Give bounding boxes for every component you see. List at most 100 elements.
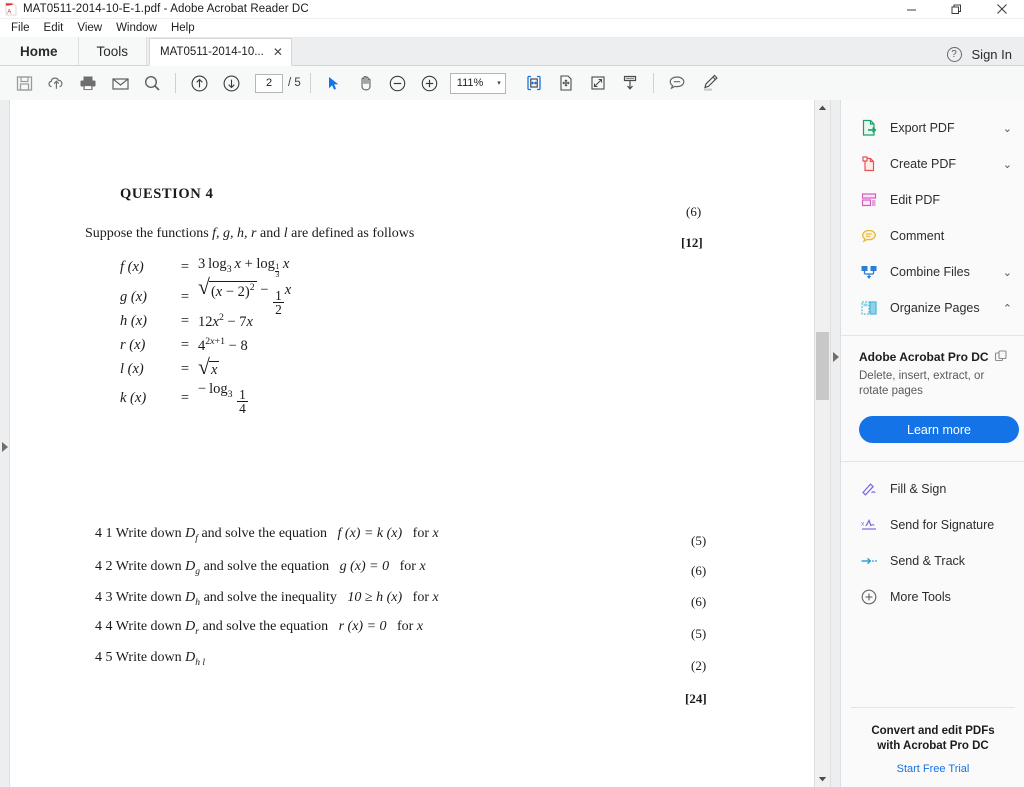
tab-strip-right: ? Sign In (946, 47, 1024, 65)
question-number: 4 2 (95, 559, 113, 574)
tab-home[interactable]: Home (0, 37, 79, 65)
svg-text:x: x (861, 521, 865, 528)
vertical-scrollbar[interactable] (814, 100, 830, 787)
question-number: 4 5 (95, 650, 113, 665)
zoom-out-button[interactable] (383, 68, 413, 98)
definition-g: g (x) = √ (x − 2)2 − 12x (120, 276, 291, 316)
tools-pane-toggle-rail[interactable] (830, 100, 840, 787)
definition-lhs: h (x) (120, 312, 147, 329)
zoom-level-select[interactable]: 111% ▾ (449, 72, 506, 94)
select-cursor-icon[interactable] (319, 68, 349, 98)
page-number-input[interactable]: 2 (255, 73, 283, 93)
marks-4-2: (6) (691, 563, 707, 578)
tool-send-for-signature[interactable]: x Send for Signature (841, 507, 1024, 543)
chevron-down-icon[interactable]: ⌄ (1003, 122, 1012, 135)
menu-window[interactable]: Window (109, 20, 164, 37)
tool-label: Export PDF (890, 121, 955, 135)
question-expression: g (x) = 0 (339, 559, 390, 574)
menu-bar: File Edit View Window Help (0, 19, 1024, 38)
save-icon[interactable] (9, 68, 39, 98)
tool-fill-and-sign[interactable]: Fill & Sign (841, 471, 1024, 507)
scrollbar-thumb[interactable] (816, 332, 829, 400)
fit-page-icon[interactable] (551, 68, 581, 98)
document-viewport[interactable]: (6) [12] QUESTION 4 Suppose the function… (10, 100, 814, 787)
learn-more-button[interactable]: Learn more (859, 416, 1019, 443)
question-item-4-3: 4 3 Write down Dh and solve the inequali… (95, 590, 439, 608)
question-item-4-4: 4 4 Write down Dr and solve the equation… (95, 619, 423, 637)
highlighter-pen-icon[interactable] (694, 68, 724, 98)
definition-lhs: l (x) (120, 360, 144, 377)
fit-width-icon[interactable] (519, 68, 549, 98)
upload-cloud-icon[interactable] (41, 68, 71, 98)
start-free-trial-link[interactable]: Start Free Trial (851, 763, 1015, 775)
marks-section-total: [12] (681, 235, 703, 250)
tool-label: Combine Files (890, 265, 970, 279)
tool-combine-files[interactable]: Combine Files ⌄ (841, 254, 1024, 290)
previous-page-button[interactable] (184, 68, 214, 98)
menu-edit[interactable]: Edit (37, 20, 71, 37)
scroll-mode-icon[interactable] (615, 68, 645, 98)
tool-label: Edit PDF (890, 193, 941, 207)
tool-create-pdf[interactable]: Create PDF ⌄ (841, 146, 1024, 182)
definition-rhs: − log3 14 (198, 381, 248, 417)
next-page-button[interactable] (216, 68, 246, 98)
toolbar: 2 / 5 111% ▾ (0, 66, 1024, 101)
tool-comment[interactable]: Comment (841, 218, 1024, 254)
menu-file[interactable]: File (4, 20, 37, 37)
toolbar-divider-3 (652, 73, 654, 93)
tool-label: Organize Pages (890, 301, 980, 315)
tool-export-pdf[interactable]: Export PDF ⌄ (841, 110, 1024, 146)
close-icon[interactable]: ✕ (273, 45, 283, 59)
definition-l: l (x) = √ x (120, 356, 291, 381)
maximize-restore-button[interactable] (934, 0, 979, 19)
navigation-pane-rail (0, 100, 10, 787)
organize-pages-icon (859, 299, 878, 318)
question-expression: r (x) = 0 (338, 619, 387, 634)
close-window-button[interactable] (979, 0, 1024, 19)
tab-document[interactable]: MAT0511-2014-10... ✕ (149, 38, 292, 66)
menu-help[interactable]: Help (164, 20, 202, 37)
chevron-down-icon[interactable]: ⌄ (1003, 266, 1012, 279)
tool-more-tools[interactable]: More Tools (841, 579, 1024, 615)
print-icon[interactable] (73, 68, 103, 98)
promo-header: Adobe Acrobat Pro DC (859, 350, 1008, 364)
function-definitions: f (x) = 3 log3 x + log 1 3 x g (x) = √ (x −… (120, 255, 291, 416)
acrobat-pro-promo: Adobe Acrobat Pro DC Delete, insert, ext… (841, 336, 1024, 443)
marks-carryover: (6) (686, 204, 702, 219)
export-pdf-icon (859, 119, 878, 138)
zoom-in-button[interactable] (415, 68, 445, 98)
minimize-button[interactable] (889, 0, 934, 19)
question-text-b: and solve the inequality (200, 590, 337, 605)
definition-lhs: g (x) (120, 289, 147, 306)
sign-in-button[interactable]: Sign In (972, 47, 1012, 62)
collapse-tools-pane-button[interactable] (832, 350, 840, 362)
search-icon[interactable] (137, 68, 167, 98)
main-area: (6) [12] QUESTION 4 Suppose the function… (0, 100, 1024, 787)
tool-edit-pdf[interactable]: Edit PDF (841, 182, 1024, 218)
tools-panel: Export PDF ⌄ Create PDF ⌄ Edit PDF Comme… (840, 100, 1024, 787)
question-tail: for x (412, 590, 439, 605)
email-icon[interactable] (105, 68, 135, 98)
definition-h: h (x) = 12x2 − 7x (120, 309, 291, 333)
scroll-up-button[interactable] (815, 100, 830, 116)
toolbar-divider (175, 73, 176, 93)
chevron-up-icon[interactable]: ⌃ (1003, 302, 1012, 315)
tool-organize-pages[interactable]: Organize Pages ⌃ (841, 290, 1024, 326)
expand-navigation-pane-button[interactable] (1, 440, 9, 452)
zoom-level-value: 111% (456, 77, 484, 89)
scroll-down-button[interactable] (815, 771, 830, 787)
definition-rhs: 42x+1 − 8 (198, 335, 248, 354)
help-icon[interactable]: ? (946, 47, 962, 62)
tools-secondary-list: Fill & Sign x Send for Signature Send & … (841, 462, 1024, 615)
fullscreen-icon[interactable] (583, 68, 613, 98)
chevron-down-icon[interactable]: ⌄ (1003, 158, 1012, 171)
hand-icon[interactable] (351, 68, 381, 98)
tool-label: More Tools (890, 590, 951, 604)
question-text-b: and solve the equation (199, 619, 329, 634)
menu-view[interactable]: View (70, 20, 109, 37)
tab-tools[interactable]: Tools (78, 37, 148, 65)
tool-send-and-track[interactable]: Send & Track (841, 543, 1024, 579)
question-text-a: Write down (115, 559, 186, 574)
acrobat-app-icon: A (4, 2, 18, 16)
comment-bubble-icon[interactable] (662, 68, 692, 98)
